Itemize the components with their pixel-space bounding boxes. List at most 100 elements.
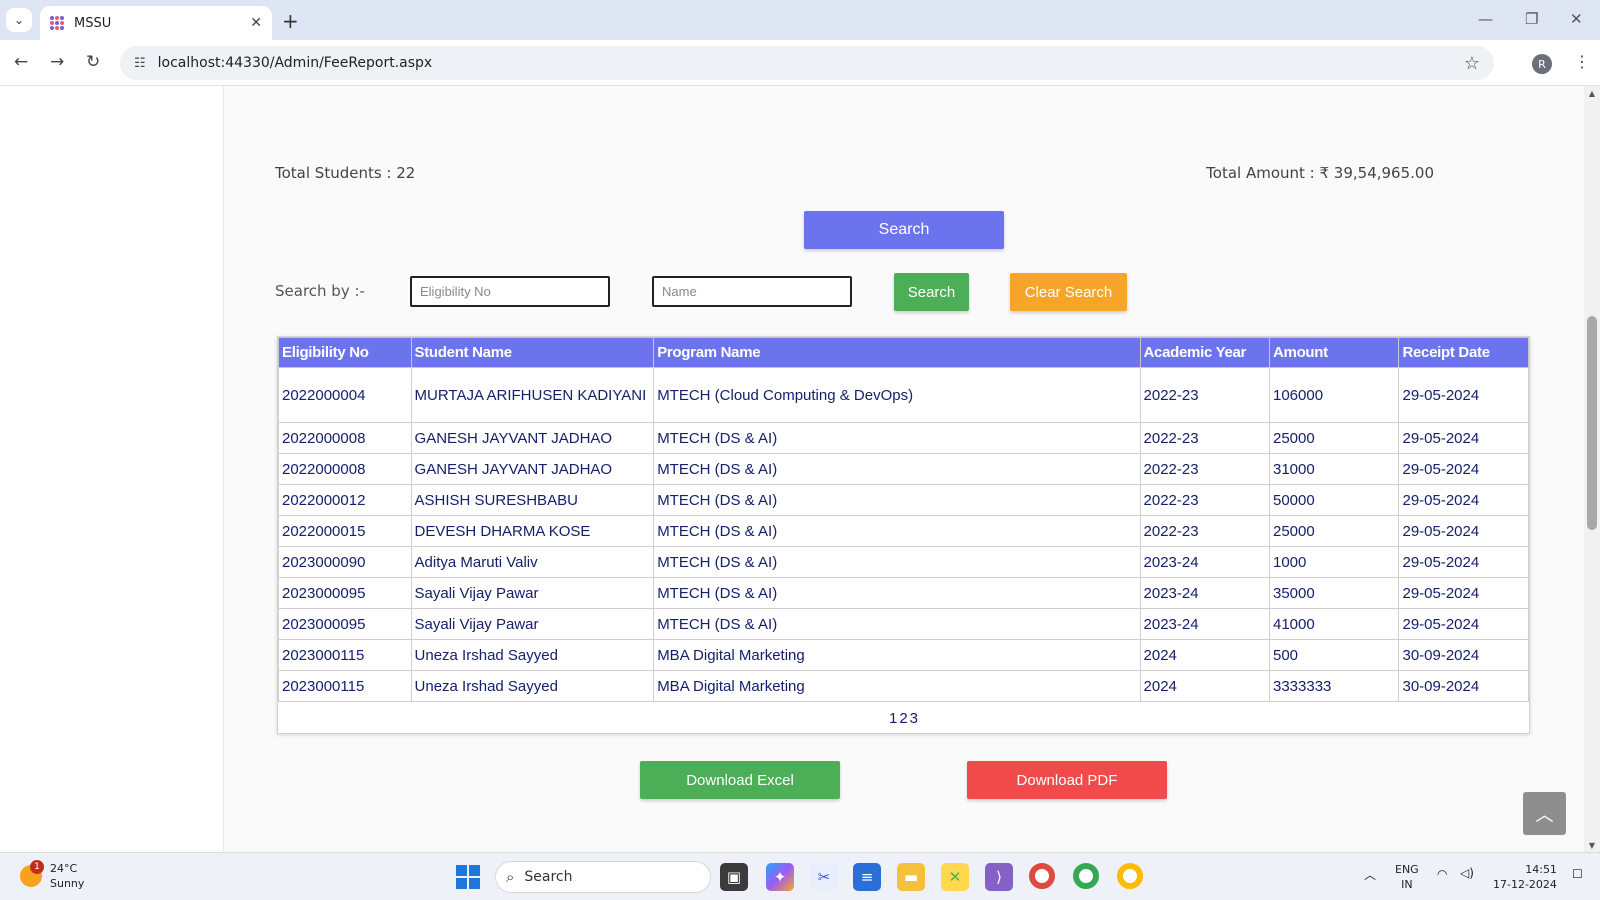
cell-amount: 35000	[1268, 577, 1400, 609]
cell-receipt-date: 30-09-2024	[1398, 639, 1529, 671]
browser-tab[interactable]: MSSU ✕	[40, 6, 272, 40]
table-row: 2023000095 Sayali Vijay Pawar MTECH (DS …	[278, 608, 1529, 640]
language-indicator[interactable]: ENG IN	[1395, 862, 1419, 892]
cell-academic-year: 2023-24	[1139, 577, 1271, 609]
forward-icon[interactable]: →	[50, 52, 64, 72]
cell-eligibility-no: 2023000115	[278, 639, 412, 671]
cell-receipt-date: 29-05-2024	[1398, 367, 1529, 423]
scroll-up-arrow-icon[interactable]: ▲	[1584, 86, 1600, 100]
cell-student-name: Sayali Vijay Pawar	[410, 608, 655, 640]
download-pdf-button[interactable]: Download PDF	[967, 761, 1167, 799]
cell-program-name: MTECH (DS & AI)	[653, 453, 1141, 485]
cell-academic-year: 2022-23	[1139, 515, 1271, 547]
cell-amount: 106000	[1268, 367, 1400, 423]
table-row: 2023000115 Uneza Irshad Sayyed MBA Digit…	[278, 670, 1529, 702]
system-clock[interactable]: 14:51 17-12-2024	[1493, 862, 1557, 892]
tab-title: MSSU	[74, 15, 112, 31]
cell-receipt-date: 29-05-2024	[1398, 608, 1529, 640]
profile-avatar[interactable]: R	[1532, 54, 1552, 74]
sidebar	[0, 86, 224, 852]
fee-report-table: Eligibility No Student Name Program Name…	[278, 337, 1529, 702]
table-pager: 1 2 3	[278, 702, 1529, 734]
snipping-tool-icon[interactable]: ✂	[810, 863, 838, 891]
region-code: IN	[1401, 878, 1413, 891]
wifi-icon[interactable]: ◠	[1437, 867, 1447, 881]
table-row: 2022000004 MURTAJA ARIFHUSEN KADIYANI MT…	[278, 367, 1529, 423]
close-tab-icon[interactable]: ✕	[250, 15, 262, 31]
scrollbar-thumb[interactable]	[1587, 316, 1597, 530]
page-scrollbar[interactable]: ▲ ▼	[1584, 86, 1600, 852]
table-row: 2023000095 Sayali Vijay Pawar MTECH (DS …	[278, 577, 1529, 609]
scroll-down-arrow-icon[interactable]: ▼	[1584, 838, 1600, 852]
weather-widget[interactable]: 1 24°C Sunny	[20, 860, 84, 891]
header-academic-year: Academic Year	[1139, 337, 1271, 368]
chevron-up-tray-icon[interactable]: ︿	[1364, 866, 1376, 883]
main-search-button[interactable]: Search	[804, 211, 1004, 249]
minimize-icon[interactable]: —	[1478, 10, 1493, 28]
cell-student-name: MURTAJA ARIFHUSEN KADIYANI	[410, 367, 655, 423]
cell-academic-year: 2024	[1139, 639, 1271, 671]
cell-program-name: MTECH (Cloud Computing & DevOps)	[653, 367, 1141, 423]
cell-student-name: DEVESH DHARMA KOSE	[410, 515, 655, 547]
eligibility-no-input[interactable]	[410, 276, 610, 307]
clear-search-button[interactable]: Clear Search	[1010, 273, 1127, 311]
fee-report-grid: Eligibility No Student Name Program Name…	[277, 336, 1530, 734]
name-input[interactable]	[652, 276, 852, 307]
visual-studio-icon[interactable]: ⟩	[985, 863, 1013, 891]
total-amount-label: Total Amount : ₹ 39,54,965.00	[1206, 164, 1434, 182]
table-row: 2022000012 ASHISH SURESHBABU MTECH (DS &…	[278, 484, 1529, 516]
search-button[interactable]: Search	[894, 273, 969, 311]
cell-receipt-date: 29-05-2024	[1398, 422, 1529, 454]
chrome-profile-icon[interactable]	[1073, 863, 1099, 889]
chrome-icon[interactable]	[1029, 863, 1055, 889]
header-amount: Amount	[1268, 337, 1400, 368]
cell-amount: 500	[1268, 639, 1400, 671]
task-view-icon[interactable]: ▣	[720, 863, 748, 891]
cell-amount: 31000	[1268, 453, 1400, 485]
header-eligibility-no: Eligibility No	[278, 337, 412, 368]
cell-academic-year: 2023-24	[1139, 546, 1271, 578]
volume-icon[interactable]: ◁)	[1460, 866, 1474, 880]
notepad-icon[interactable]: ≡	[853, 863, 881, 891]
cell-eligibility-no: 2023000090	[278, 546, 412, 578]
clock-date: 17-12-2024	[1493, 878, 1557, 891]
scroll-to-top-button[interactable]: ︿	[1523, 792, 1566, 835]
restore-icon[interactable]: ❐	[1525, 10, 1538, 28]
taskbar-search-box[interactable]: ⌕ Search	[495, 861, 711, 893]
bookmark-star-icon[interactable]: ☆	[1464, 53, 1480, 74]
page-link-2[interactable]: 2	[899, 710, 907, 727]
cell-receipt-date: 29-05-2024	[1398, 453, 1529, 485]
file-explorer-icon[interactable]: ▬	[897, 863, 925, 891]
copilot-icon[interactable]: ✦	[766, 863, 794, 891]
chrome-profile-2-icon[interactable]	[1117, 863, 1143, 889]
download-excel-button[interactable]: Download Excel	[640, 761, 840, 799]
new-tab-icon[interactable]: +	[282, 9, 299, 33]
browser-menu-icon[interactable]: ⋮	[1574, 52, 1590, 71]
page-link-3[interactable]: 3	[910, 710, 918, 727]
address-bar[interactable]: ☷ localhost:44330/Admin/FeeReport.aspx ☆	[120, 46, 1494, 80]
back-icon[interactable]: ←	[14, 52, 28, 72]
cell-student-name: Sayali Vijay Pawar	[410, 577, 655, 609]
window-close-icon[interactable]: ✕	[1570, 10, 1583, 28]
header-student-name: Student Name	[410, 337, 655, 368]
page-viewport: Total Students : 22 Total Amount : ₹ 39,…	[0, 86, 1600, 852]
tab-search-button[interactable]: ⌄	[6, 8, 32, 32]
cell-student-name: ASHISH SURESHBABU	[410, 484, 655, 516]
notification-center-icon[interactable]: ☐	[1572, 867, 1583, 881]
search-icon: ⌕	[506, 868, 515, 886]
cell-program-name: MTECH (DS & AI)	[653, 546, 1141, 578]
total-students-label: Total Students : 22	[275, 164, 416, 182]
cell-receipt-date: 30-09-2024	[1398, 670, 1529, 702]
cell-receipt-date: 29-05-2024	[1398, 577, 1529, 609]
cell-academic-year: 2022-23	[1139, 484, 1271, 516]
reload-icon[interactable]: ↻	[86, 52, 100, 72]
windows-start-icon[interactable]	[456, 865, 480, 889]
browser-toolbar: ← → ↻ ☷ localhost:44330/Admin/FeeReport.…	[0, 40, 1600, 86]
cell-program-name: MTECH (DS & AI)	[653, 608, 1141, 640]
cell-eligibility-no: 2023000115	[278, 670, 412, 702]
cell-receipt-date: 29-05-2024	[1398, 484, 1529, 516]
page-link-1[interactable]: 1	[889, 710, 897, 727]
taskbar-search-label: Search	[524, 869, 573, 885]
site-info-icon[interactable]: ☷	[134, 56, 146, 71]
xampp-icon[interactable]: ✕	[941, 863, 969, 891]
